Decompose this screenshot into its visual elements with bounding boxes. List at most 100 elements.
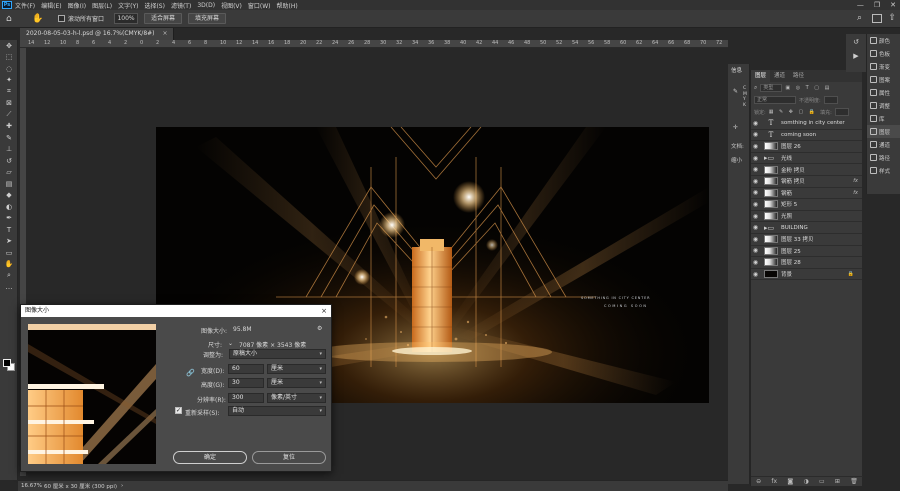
- menu-filter[interactable]: 滤镜(T): [171, 1, 191, 10]
- dimensions-dropdown-icon[interactable]: ⌄: [228, 340, 233, 347]
- visibility-eye-icon[interactable]: ◉: [751, 155, 760, 162]
- zoom-tool-icon[interactable]: ⌕: [0, 270, 18, 282]
- menu-3d[interactable]: 3D(D): [197, 2, 215, 9]
- workspace-layout-icon[interactable]: [872, 14, 882, 23]
- menu-help[interactable]: 帮助(H): [277, 1, 298, 10]
- layer-effects-icon[interactable]: fx: [853, 190, 858, 196]
- dock-adjustments[interactable]: 调整: [867, 99, 900, 112]
- layer-row[interactable]: ◉ ▸▭ 光线: [751, 153, 862, 165]
- lasso-tool-icon[interactable]: ◌: [0, 63, 18, 75]
- adjustment-layer-icon[interactable]: ◑: [803, 478, 808, 485]
- menu-type[interactable]: 文字(Y): [118, 1, 138, 10]
- menu-layer[interactable]: 图层(L): [92, 1, 112, 10]
- rectangle-tool-icon[interactable]: ▭: [0, 247, 18, 259]
- dock-gradients[interactable]: 渐变: [867, 60, 900, 73]
- brush-tool-icon[interactable]: ✎: [0, 132, 18, 144]
- frame-tool-icon[interactable]: ⊠: [0, 98, 18, 110]
- new-group-icon[interactable]: ▭: [819, 478, 825, 485]
- tab-layers[interactable]: 图层: [751, 70, 771, 82]
- width-unit-select[interactable]: 厘米 ▾: [267, 364, 326, 374]
- share-icon[interactable]: ⇧: [888, 13, 896, 23]
- visibility-eye-icon[interactable]: ◉: [751, 143, 760, 150]
- constrain-proportions-link-icon[interactable]: 🔗: [186, 369, 195, 377]
- status-zoom[interactable]: 16.67%: [18, 483, 44, 489]
- menu-image[interactable]: 图像(I): [68, 1, 86, 10]
- dock-properties[interactable]: 属性: [867, 86, 900, 99]
- new-layer-icon[interactable]: ⊞: [835, 478, 840, 485]
- layer-row[interactable]: ◉ 图层 25: [751, 246, 862, 258]
- minimize-icon[interactable]: —: [857, 1, 864, 9]
- dialog-title-bar[interactable]: 图像大小 ×: [21, 305, 331, 317]
- menu-edit[interactable]: 编辑(E): [41, 1, 61, 10]
- height-input[interactable]: 30: [228, 378, 264, 388]
- height-unit-select[interactable]: 厘米 ▾: [267, 378, 326, 388]
- image-preview[interactable]: [28, 324, 156, 464]
- visibility-eye-icon[interactable]: ◉: [751, 166, 760, 173]
- visibility-eye-icon[interactable]: ◉: [751, 259, 760, 266]
- menu-window[interactable]: 窗口(W): [248, 1, 271, 10]
- zoom-field[interactable]: 100%: [114, 13, 139, 24]
- visibility-eye-icon[interactable]: ◉: [751, 120, 760, 127]
- healing-brush-tool-icon[interactable]: ✚: [0, 121, 18, 133]
- layer-row[interactable]: ◉ Tcoming soon: [751, 130, 862, 142]
- play-actions-icon[interactable]: ▶: [846, 52, 866, 60]
- close-window-icon[interactable]: ✕: [890, 1, 896, 9]
- dialog-close-icon[interactable]: ×: [321, 305, 327, 317]
- status-menu-icon[interactable]: ›: [121, 483, 123, 489]
- resample-checkbox[interactable]: ✓: [175, 407, 182, 414]
- visibility-eye-icon[interactable]: ◉: [751, 189, 760, 196]
- marquee-tool-icon[interactable]: ⬚: [0, 52, 18, 64]
- eraser-tool-icon[interactable]: ▱: [0, 167, 18, 179]
- dock-patterns[interactable]: 图案: [867, 73, 900, 86]
- visibility-eye-icon[interactable]: ◉: [751, 224, 760, 231]
- layer-row[interactable]: ◉ 图层 26: [751, 141, 862, 153]
- ok-button[interactable]: 确定: [173, 451, 247, 464]
- layer-row[interactable]: ◉ 矩形 5: [751, 199, 862, 211]
- tab-channels[interactable]: 通道: [770, 70, 789, 82]
- visibility-eye-icon[interactable]: ◉: [751, 213, 760, 220]
- foreground-color-swatch[interactable]: [3, 359, 11, 367]
- stamp-tool-icon[interactable]: ⊥: [0, 144, 18, 156]
- scroll-all-windows-checkbox[interactable]: [58, 15, 65, 22]
- menu-select[interactable]: 选择(S): [144, 1, 165, 10]
- lock-icons[interactable]: ▦ ✎ ✥ ▢ 🔒: [769, 109, 817, 115]
- resolution-input[interactable]: 300: [228, 393, 264, 403]
- gradient-tool-icon[interactable]: ▤: [0, 178, 18, 190]
- dock-layers[interactable]: 图层: [867, 125, 900, 138]
- tab-close-icon[interactable]: ×: [162, 30, 167, 37]
- dock-color[interactable]: 颜色: [867, 34, 900, 47]
- ruler-horizontal[interactable]: 14 12 10 8 6 4 2 0 2 4 6 8 10 12 14 16 18 20 22 24 26 28 30 32 3…: [20, 40, 728, 48]
- visibility-eye-icon[interactable]: ◉: [751, 247, 760, 254]
- layer-style-icon[interactable]: fx: [771, 478, 777, 485]
- fit-to-select[interactable]: 原稿大小 ▾: [229, 349, 326, 359]
- layer-row[interactable]: ◉ 金粉 拷贝: [751, 164, 862, 176]
- visibility-eye-icon[interactable]: ◉: [751, 271, 760, 278]
- layer-row[interactable]: ◉ ▸▭ BUILDING: [751, 222, 862, 234]
- eyedropper-tool-icon[interactable]: ⟋: [0, 109, 18, 121]
- path-select-tool-icon[interactable]: ➤: [0, 236, 18, 248]
- fill-input[interactable]: [834, 108, 849, 116]
- menu-file[interactable]: 文件(F): [15, 1, 35, 10]
- layer-filter-select[interactable]: 类型: [760, 84, 783, 92]
- tab-paths[interactable]: 路径: [789, 70, 808, 82]
- layer-row[interactable]: ◉ 背景 🔒: [751, 269, 862, 281]
- resample-select[interactable]: 自动 ▾: [228, 406, 326, 416]
- move-tool-icon[interactable]: ✥: [0, 40, 18, 52]
- visibility-eye-icon[interactable]: ◉: [751, 236, 760, 243]
- fit-screen-button[interactable]: 适合屏幕: [144, 13, 183, 24]
- filter-icons[interactable]: ▣ ◎ T ▢ ▤: [785, 85, 831, 91]
- visibility-eye-icon[interactable]: ◉: [751, 201, 760, 208]
- home-icon[interactable]: ⌂: [6, 14, 16, 24]
- crop-tool-icon[interactable]: ⌗: [0, 86, 18, 98]
- dodge-tool-icon[interactable]: ◐: [0, 201, 18, 213]
- resolution-unit-select[interactable]: 像素/英寸 ▾: [267, 393, 326, 403]
- magic-wand-tool-icon[interactable]: ✦: [0, 75, 18, 87]
- fill-screen-button[interactable]: 填充屏幕: [188, 13, 227, 24]
- layer-effects-icon[interactable]: fx: [853, 178, 858, 184]
- delete-layer-icon[interactable]: 🗑: [850, 478, 858, 485]
- reset-button[interactable]: 复位: [252, 451, 326, 464]
- layer-row[interactable]: ◉ 图层 28: [751, 257, 862, 269]
- settings-gear-icon[interactable]: ⚙: [317, 325, 322, 332]
- hand-tool-icon[interactable]: ✋: [0, 259, 18, 271]
- more-tools-icon[interactable]: …: [0, 282, 18, 294]
